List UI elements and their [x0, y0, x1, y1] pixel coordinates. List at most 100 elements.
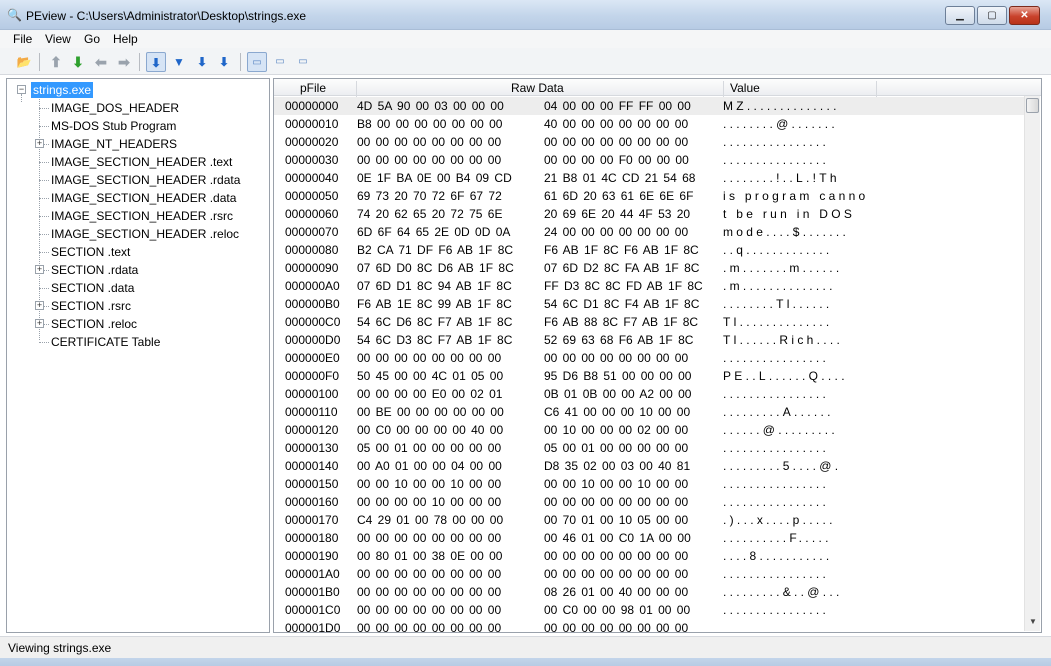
- hex-view[interactable]: pFile Raw Data Value 00000000 4D 5A 90 00…: [273, 78, 1042, 633]
- row-bytes-low: 00 00 00 00 00 00 00 00: [357, 603, 502, 617]
- expand-icon[interactable]: +: [35, 319, 44, 328]
- hex-row[interactable]: 00000160 00 00 00 00 10 00 00 00 00 00 00 …: [274, 493, 1024, 511]
- tree-root-label: strings.exe: [33, 83, 92, 97]
- hex-row[interactable]: 00000180 00 00 00 00 00 00 00 00 00 46 01 …: [274, 529, 1024, 547]
- row-bytes-high: 52 69 63 68 F6 AB 1F 8C: [544, 333, 694, 347]
- hex-row[interactable]: 000000F0 50 45 00 00 4C 01 05 00 95 D6 B8 …: [274, 367, 1024, 385]
- hex-row[interactable]: 00000100 00 00 00 00 E0 00 02 01 0B 01 0B …: [274, 385, 1024, 403]
- hex-row[interactable]: 000001C0 00 00 00 00 00 00 00 00 00 C0 00 …: [274, 601, 1024, 619]
- header-separator: [723, 81, 724, 98]
- row-offset: 000000E0: [285, 351, 340, 365]
- hex-row[interactable]: 000001B0 00 00 00 00 00 00 00 00 08 26 01 …: [274, 583, 1024, 601]
- hex-row[interactable]: 000001D0 00 00 00 00 00 00 00 00 00 00 00 …: [274, 619, 1024, 632]
- toolbar: 📂 ⬆ ⬇ ⬅ ➡ ⬇ ▼ ⬇ ⬇ ▭ ▭ ▭: [0, 48, 1051, 75]
- tree-root-node[interactable]: − strings.exe: [17, 82, 94, 98]
- row-ascii: ..........F.....: [723, 531, 832, 545]
- hex-row[interactable]: 00000060 74 20 62 65 20 72 75 6E 20 69 6E …: [274, 205, 1024, 223]
- hex-row[interactable]: 00000080 B2 CA 71 DF F6 AB 1F 8C F6 AB 1F …: [274, 241, 1024, 259]
- hex-row[interactable]: 00000090 07 6D D0 8C D6 AB 1F 8C 07 6D D2 …: [274, 259, 1024, 277]
- row-bytes-low: 6D 6F 64 65 2E 0D 0D 0A: [357, 225, 511, 239]
- vertical-scrollbar[interactable]: ▲ ▼: [1024, 96, 1040, 631]
- hex-row[interactable]: 00000070 6D 6F 64 65 2E 0D 0D 0A 24 00 00 …: [274, 223, 1024, 241]
- hex-row[interactable]: 00000020 00 00 00 00 00 00 00 00 00 00 00 …: [274, 133, 1024, 151]
- hex-row[interactable]: 00000040 0E 1F BA 0E 00 B4 09 CD 21 B8 01 …: [274, 169, 1024, 187]
- hex-row[interactable]: 000000A0 07 6D D1 8C 94 AB 1F 8C FF D3 8C …: [274, 277, 1024, 295]
- tree-item[interactable]: + SECTION .rdata: [35, 262, 139, 278]
- hex-row[interactable]: 00000000 4D 5A 90 00 03 00 00 00 04 00 00 …: [274, 97, 1024, 115]
- open-icon[interactable]: 📂: [14, 52, 34, 72]
- row-bytes-high: 00 00 00 00 00 00 00 00: [544, 351, 689, 365]
- hex-row[interactable]: 000001A0 00 00 00 00 00 00 00 00 00 00 00 …: [274, 565, 1024, 583]
- view-dword-icon[interactable]: ⬇: [192, 52, 212, 72]
- hex-row[interactable]: 000000D0 54 6C D3 8C F7 AB 1F 8C 52 69 63 …: [274, 331, 1024, 349]
- menu-go[interactable]: Go: [84, 32, 100, 46]
- hex-row[interactable]: 00000140 00 A0 01 00 00 04 00 00 D8 35 02 …: [274, 457, 1024, 475]
- tree-item[interactable]: MS-DOS Stub Program: [51, 118, 176, 134]
- scroll-down-arrow[interactable]: ▼: [1025, 615, 1041, 629]
- row-bytes-high: 00 00 00 00 00 00 00 00: [544, 135, 689, 149]
- hex-row[interactable]: 00000010 B8 00 00 00 00 00 00 00 40 00 00 …: [274, 115, 1024, 133]
- back-icon[interactable]: ⬅: [91, 52, 111, 72]
- expand-icon[interactable]: +: [35, 139, 44, 148]
- row-bytes-low: 00 80 01 00 38 0E 00 00: [357, 549, 503, 563]
- section-tree[interactable]: − strings.exe IMAGE_DOS_HEADER MS-DOS Stub …: [6, 78, 270, 633]
- scroll-thumb[interactable]: [1026, 98, 1039, 113]
- hex-row[interactable]: 000000B0 F6 AB 1E 8C 99 AB 1F 8C 54 6C D1 …: [274, 295, 1024, 313]
- expand-icon[interactable]: +: [35, 301, 44, 310]
- hex-row[interactable]: 00000190 00 80 01 00 38 0E 00 00 00 00 00 …: [274, 547, 1024, 565]
- tree-item[interactable]: IMAGE_SECTION_HEADER .rdata: [51, 172, 240, 188]
- view-struct-icon[interactable]: ▼: [169, 52, 189, 72]
- row-bytes-high: 61 6D 20 63 61 6E 6E 6F: [544, 189, 694, 203]
- dword-view-icon[interactable]: ▭: [293, 52, 313, 72]
- hex-row[interactable]: 000000C0 54 6C D6 8C F7 AB 1F 8C F6 AB 88 …: [274, 313, 1024, 331]
- tree-item[interactable]: IMAGE_SECTION_HEADER .rsrc: [51, 208, 233, 224]
- forward-icon[interactable]: ➡: [114, 52, 134, 72]
- maximize-button[interactable]: ▢: [977, 6, 1007, 25]
- menu-view[interactable]: View: [45, 32, 71, 46]
- tree-item[interactable]: SECTION .text: [51, 244, 130, 260]
- close-button[interactable]: ✕: [1009, 6, 1040, 25]
- down-icon[interactable]: ⬇: [68, 52, 88, 72]
- row-offset: 00000080: [285, 243, 339, 257]
- menu-file[interactable]: File: [13, 32, 32, 46]
- menu-help[interactable]: Help: [113, 32, 138, 46]
- row-offset: 00000130: [285, 441, 339, 455]
- up-icon[interactable]: ⬆: [46, 52, 66, 72]
- minimize-button[interactable]: ▁: [945, 6, 975, 25]
- tree-item[interactable]: IMAGE_SECTION_HEADER .data: [51, 190, 236, 206]
- view-hex-icon[interactable]: ⬇: [146, 52, 166, 72]
- expand-icon[interactable]: +: [35, 265, 44, 274]
- tree-item[interactable]: + SECTION .rsrc: [35, 298, 131, 314]
- row-offset: 000000C0: [285, 315, 341, 329]
- hex-row[interactable]: 00000170 C4 29 01 00 78 00 00 00 00 70 01 …: [274, 511, 1024, 529]
- tree-item-label: SECTION .rdata: [51, 263, 139, 277]
- row-ascii: ................: [723, 351, 830, 365]
- tree-item[interactable]: SECTION .data: [51, 280, 134, 296]
- row-ascii: ................: [723, 567, 830, 581]
- tree-item[interactable]: IMAGE_DOS_HEADER: [51, 100, 179, 116]
- view-word-icon[interactable]: ⬇: [214, 52, 234, 72]
- row-ascii: ................: [723, 153, 830, 167]
- row-offset: 00000170: [285, 513, 339, 527]
- tree-line: [39, 198, 49, 199]
- word-view-icon[interactable]: ▭: [270, 52, 290, 72]
- hex-row[interactable]: 00000110 00 BE 00 00 00 00 00 00 C6 41 00 …: [274, 403, 1024, 421]
- hex-row[interactable]: 00000030 00 00 00 00 00 00 00 00 00 00 00 …: [274, 151, 1024, 169]
- byte-view-icon[interactable]: ▭: [247, 52, 267, 72]
- hex-row[interactable]: 00000150 00 00 10 00 00 10 00 00 00 00 10 …: [274, 475, 1024, 493]
- row-ascii: is program canno: [723, 189, 869, 203]
- hex-row[interactable]: 00000130 05 00 01 00 00 00 00 00 05 00 01 …: [274, 439, 1024, 457]
- tree-item[interactable]: + SECTION .reloc: [35, 316, 137, 332]
- tree-item[interactable]: + IMAGE_NT_HEADERS: [35, 136, 177, 152]
- row-bytes-high: 00 00 00 00 00 00 00 00: [544, 549, 689, 563]
- hex-row[interactable]: 000000E0 00 00 00 00 00 00 00 00 00 00 00 …: [274, 349, 1024, 367]
- tree-item[interactable]: IMAGE_SECTION_HEADER .text: [51, 154, 232, 170]
- tree-item[interactable]: IMAGE_SECTION_HEADER .reloc: [51, 226, 239, 242]
- hex-row[interactable]: 00000120 00 C0 00 00 00 00 40 00 00 10 00 …: [274, 421, 1024, 439]
- tree-line: [39, 162, 49, 163]
- row-offset: 00000030: [285, 153, 339, 167]
- tree-item[interactable]: CERTIFICATE Table: [51, 334, 160, 350]
- collapse-icon[interactable]: −: [17, 85, 26, 94]
- hex-row[interactable]: 00000050 69 73 20 70 72 6F 67 72 61 6D 20 …: [274, 187, 1024, 205]
- row-bytes-high: 00 00 10 00 00 10 00 00: [544, 477, 689, 491]
